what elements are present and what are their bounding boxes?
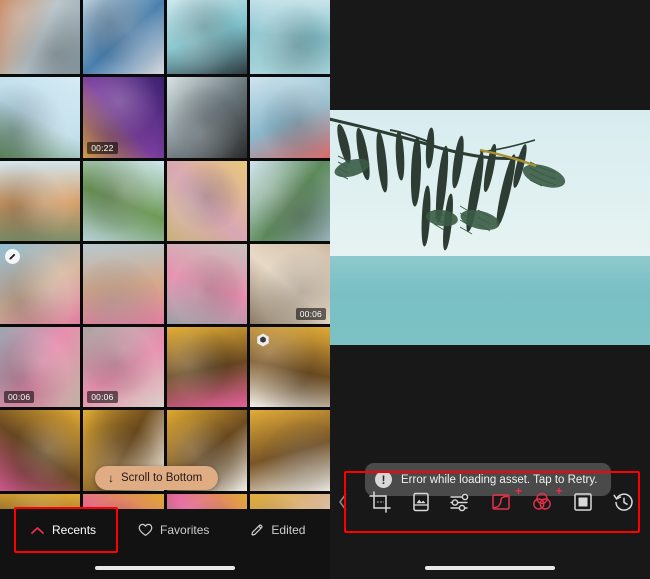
photo-grid-item[interactable] [166,327,247,408]
pencil-badge-icon [5,248,20,264]
video-duration-badge: 00:06 [87,391,118,404]
photo-thumbnail-texture [0,0,81,75]
color-mixer-add-badge: + [555,484,563,498]
sidebar-item-edited[interactable]: Edited [250,523,305,537]
home-indicator-right [425,566,555,570]
photo-grid-item[interactable] [249,160,330,241]
scroll-to-bottom-label: Scroll to Bottom [121,472,203,484]
photo-thumbnail-texture [83,0,164,75]
burst-stack-icon [256,332,271,347]
video-duration-badge: 00:06 [295,308,326,320]
photo-grid-item[interactable] [166,77,247,158]
photo-grid-item[interactable] [0,77,81,158]
photo-thumbnail-texture [249,410,330,491]
photo-library-panel: 00:22 00:06 00:06 00:06 ↓ Scroll to Bottom … [0,0,330,579]
crop-icon [369,491,392,513]
pencil-icon [250,523,264,537]
photo-grid-item[interactable] [249,327,330,408]
photo-thumbnail-texture [166,327,247,408]
photo-thumbnail-texture [83,160,164,241]
color-mixer-tool-button[interactable]: + [528,485,563,517]
frame-icon [574,493,592,511]
preview-image[interactable] [330,110,650,345]
home-indicator-left [95,566,235,570]
history-tool-button[interactable] [609,487,639,517]
editor-toolbar: + + [330,477,650,527]
preview-branch-foliage [330,117,566,251]
photo-thumbnail-texture [83,243,164,324]
color-mixer-icon [532,492,551,510]
app-root: 00:22 00:06 00:06 00:06 ↓ Scroll to Bottom … [0,0,650,579]
sidebar-item-recents[interactable]: Recents [30,523,96,537]
photo-thumbnail-texture [166,160,247,241]
tab-label-edited: Edited [271,523,306,537]
editor-tool-list: + + [354,485,650,517]
video-duration-badge: 00:06 [4,391,35,404]
photo-grid-item[interactable] [83,243,164,324]
photo-thumbnail-texture [0,160,81,241]
photo-thumbnail-texture [166,0,247,75]
presets-tool-button[interactable] [406,487,436,517]
sidebar-item-favorites[interactable]: Favorites [138,523,209,537]
crop-tool-button[interactable] [365,487,395,517]
curves-tool-button[interactable]: + [487,485,522,517]
vignette-tool-button[interactable] [568,487,598,517]
photo-grid-item[interactable] [166,0,247,75]
adjust-tool-button[interactable] [446,487,476,517]
heart-icon [138,523,153,537]
photo-grid-item[interactable]: 00:22 [83,77,164,158]
photo-grid-item[interactable] [249,410,330,491]
photo-thumbnail-texture [249,160,330,241]
photo-thumbnail-texture [249,77,330,158]
photo-grid-item[interactable] [83,0,164,75]
photo-grid-item[interactable]: 00:06 [83,327,164,408]
curves-add-badge: + [514,484,522,498]
photo-thumbnail-texture [166,243,247,324]
image-presets-icon [413,492,429,512]
photo-grid-item[interactable] [166,243,247,324]
arrow-down-icon: ↓ [108,471,114,485]
photo-grid-item[interactable] [249,0,330,75]
photo-grid-item[interactable] [0,243,81,324]
photo-grid-item[interactable] [83,160,164,241]
photo-thumbnail-texture [0,410,81,491]
photo-thumbnail-texture [0,77,81,158]
photo-editor-panel: ! Error while loading asset. Tap to Retr… [330,0,650,579]
chevron-up-icon [30,525,45,536]
photo-thumbnail-texture [166,77,247,158]
sliders-icon [450,493,469,512]
photo-grid-item[interactable] [0,160,81,241]
tone-curve-icon [492,494,510,510]
photo-grid-item[interactable] [166,160,247,241]
photo-grid-item[interactable]: 00:06 [249,243,330,324]
photo-grid-item[interactable] [0,0,81,75]
photo-grid-item[interactable] [249,77,330,158]
tab-label-recents: Recents [52,523,97,537]
video-duration-badge: 00:22 [87,141,118,154]
photo-grid-item[interactable]: 00:06 [0,327,81,408]
history-clock-icon [613,493,633,511]
scroll-to-bottom-button[interactable]: ↓ Scroll to Bottom [95,466,219,490]
chevron-left-icon[interactable] [332,493,354,511]
tab-label-favorites: Favorites [160,523,210,537]
photo-thumbnail-texture [249,0,330,75]
photo-grid-item[interactable] [0,410,81,491]
